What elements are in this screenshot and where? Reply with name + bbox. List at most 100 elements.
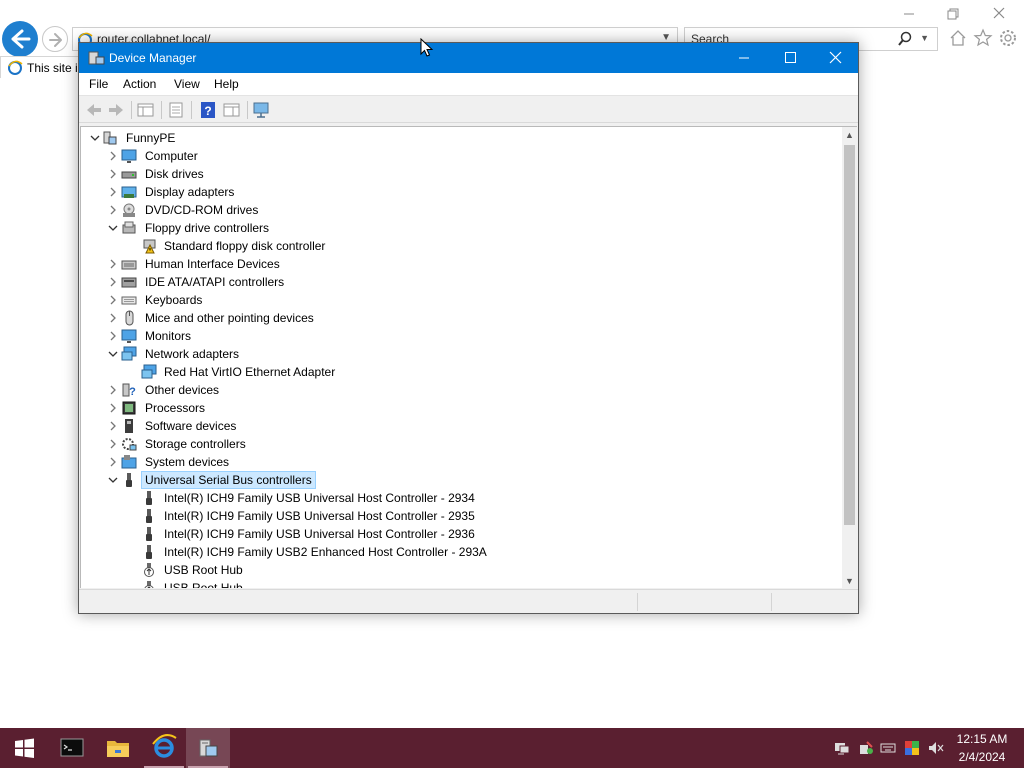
settings-gear-icon[interactable] bbox=[998, 28, 1018, 48]
menu-file[interactable]: File bbox=[89, 77, 108, 91]
menu-action[interactable]: Action bbox=[123, 77, 156, 91]
properties-icon[interactable] bbox=[165, 100, 187, 120]
tree-item[interactable]: Universal Serial Bus controllers bbox=[81, 471, 841, 489]
arrow-left-icon bbox=[11, 29, 31, 49]
help-icon[interactable]: ? bbox=[197, 100, 219, 120]
keyboard-tray-icon[interactable] bbox=[880, 740, 896, 756]
chevron-right-icon[interactable] bbox=[107, 258, 119, 270]
tree-item[interactable]: USB Root Hub bbox=[81, 579, 841, 588]
search-dropdown-icon[interactable]: ▼ bbox=[920, 33, 929, 43]
tree-item[interactable]: Intel(R) ICH9 Family USB Universal Host … bbox=[81, 507, 841, 525]
tree-item[interactable]: Intel(R) ICH9 Family USB Universal Host … bbox=[81, 525, 841, 543]
home-icon[interactable] bbox=[948, 28, 968, 48]
forward-button[interactable] bbox=[42, 26, 68, 52]
tree-item-label: Keyboards bbox=[145, 293, 203, 307]
menu-view[interactable]: View bbox=[174, 77, 200, 91]
software-device-icon bbox=[125, 419, 133, 433]
scan-hardware-icon[interactable] bbox=[251, 100, 273, 120]
menu-help[interactable]: Help bbox=[214, 77, 239, 91]
chevron-right-icon[interactable] bbox=[107, 402, 119, 414]
tree-item[interactable]: USB Root Hub bbox=[81, 561, 841, 579]
chevron-right-icon[interactable] bbox=[107, 150, 119, 162]
tree-item[interactable]: Red Hat VirtIO Ethernet Adapter bbox=[81, 363, 841, 381]
taskbar-file-explorer[interactable] bbox=[96, 728, 140, 768]
taskbar-device-manager[interactable] bbox=[186, 728, 230, 768]
tree-item[interactable]: Monitors bbox=[81, 327, 841, 345]
tree-item-label: System devices bbox=[145, 455, 230, 469]
safely-remove-hardware-icon[interactable] bbox=[858, 740, 874, 756]
title-bar[interactable]: Device Manager bbox=[79, 43, 858, 73]
chevron-right-icon[interactable] bbox=[107, 204, 119, 216]
chevron-right-icon[interactable] bbox=[107, 330, 119, 342]
device-manager-taskbar-icon bbox=[199, 739, 218, 757]
color-tray-icon[interactable] bbox=[904, 740, 920, 756]
chevron-right-icon[interactable] bbox=[107, 294, 119, 306]
scroll-down-icon[interactable]: ▼ bbox=[842, 573, 857, 589]
tree-item[interactable]: System devices bbox=[81, 453, 841, 471]
start-button[interactable] bbox=[2, 728, 46, 768]
tree-item[interactable]: Processors bbox=[81, 399, 841, 417]
tree-item[interactable]: DVD/CD-ROM drives bbox=[81, 201, 841, 219]
chevron-right-icon[interactable] bbox=[107, 456, 119, 468]
chevron-right-icon[interactable] bbox=[107, 168, 119, 180]
network-tray-icon[interactable] bbox=[834, 740, 850, 756]
menu-bar: File Action View Help bbox=[79, 73, 858, 96]
search-icon[interactable] bbox=[897, 31, 913, 47]
vertical-scrollbar[interactable]: ▲ ▼ bbox=[842, 126, 857, 588]
tree-item[interactable]: Software devices bbox=[81, 417, 841, 435]
tree-item[interactable]: Keyboards bbox=[81, 291, 841, 309]
taskbar-internet-explorer[interactable] bbox=[142, 728, 186, 768]
tree-item[interactable]: Storage controllers bbox=[81, 435, 841, 453]
processor-icon bbox=[122, 401, 136, 415]
forward-arrow-icon[interactable] bbox=[105, 100, 127, 120]
tree-item[interactable]: Display adapters bbox=[81, 183, 841, 201]
tree-item[interactable]: FunnyPE bbox=[81, 129, 841, 147]
tree-item[interactable]: Standard floppy disk controller bbox=[81, 237, 841, 255]
scroll-up-icon[interactable]: ▲ bbox=[842, 127, 857, 143]
volume-muted-icon[interactable] bbox=[928, 740, 944, 756]
browser-restore-icon[interactable] bbox=[938, 4, 968, 24]
chevron-down-icon[interactable] bbox=[107, 222, 119, 234]
back-arrow-icon[interactable] bbox=[83, 100, 105, 120]
chevron-right-icon[interactable] bbox=[107, 186, 119, 198]
desktop: router.collabnet.local/ ▼ ▼ bbox=[0, 0, 1024, 768]
tree-item[interactable]: Intel(R) ICH9 Family USB Universal Host … bbox=[81, 489, 841, 507]
tree-item[interactable]: Computer bbox=[81, 147, 841, 165]
maximize-icon[interactable] bbox=[767, 43, 813, 73]
chevron-down-icon[interactable] bbox=[107, 348, 119, 360]
clock-time[interactable]: 12:15 AM bbox=[944, 732, 1020, 746]
scrollbar-thumb[interactable] bbox=[844, 145, 855, 525]
internet-explorer-icon bbox=[152, 734, 177, 758]
tree-item[interactable]: Network adapters bbox=[81, 345, 841, 363]
chevron-down-icon[interactable] bbox=[89, 132, 101, 144]
chevron-right-icon[interactable] bbox=[107, 384, 119, 396]
action-pane-icon[interactable] bbox=[221, 100, 243, 120]
tree-item-label: Red Hat VirtIO Ethernet Adapter bbox=[164, 365, 336, 379]
chevron-down-icon[interactable] bbox=[107, 474, 119, 486]
tree-item[interactable]: IDE ATA/ATAPI controllers bbox=[81, 273, 841, 291]
browser-tab[interactable]: This site is bbox=[0, 56, 90, 78]
chevron-right-icon[interactable] bbox=[107, 420, 119, 432]
browser-close-icon[interactable] bbox=[984, 4, 1014, 24]
tree-item[interactable]: Floppy drive controllers bbox=[81, 219, 841, 237]
chevron-right-icon[interactable] bbox=[107, 438, 119, 450]
device-tree[interactable]: FunnyPE Computer Disk drives Display adapte… bbox=[80, 126, 842, 588]
tree-item[interactable]: Mice and other pointing devices bbox=[81, 309, 841, 327]
minimize-icon[interactable] bbox=[721, 43, 767, 73]
close-icon[interactable] bbox=[813, 43, 859, 73]
show-hide-console-tree-icon[interactable] bbox=[135, 100, 157, 120]
browser-minimize-icon[interactable] bbox=[894, 4, 924, 24]
chevron-right-icon[interactable] bbox=[107, 276, 119, 288]
tree-item[interactable]: Disk drives bbox=[81, 165, 841, 183]
chevron-right-icon[interactable] bbox=[107, 312, 119, 324]
favorites-star-icon[interactable] bbox=[973, 28, 993, 48]
back-button[interactable] bbox=[2, 21, 38, 57]
tree-item[interactable]: Intel(R) ICH9 Family USB2 Enhanced Host … bbox=[81, 543, 841, 561]
toolbar-separator bbox=[131, 101, 132, 119]
taskbar-command-prompt[interactable] bbox=[50, 728, 94, 768]
tree-item[interactable]: Human Interface Devices bbox=[81, 255, 841, 273]
clock-date[interactable]: 2/4/2024 bbox=[944, 750, 1020, 764]
tree-item-label: Software devices bbox=[145, 419, 237, 433]
dvd-drive-icon bbox=[123, 203, 135, 217]
tree-item[interactable]: ? Other devices bbox=[81, 381, 841, 399]
